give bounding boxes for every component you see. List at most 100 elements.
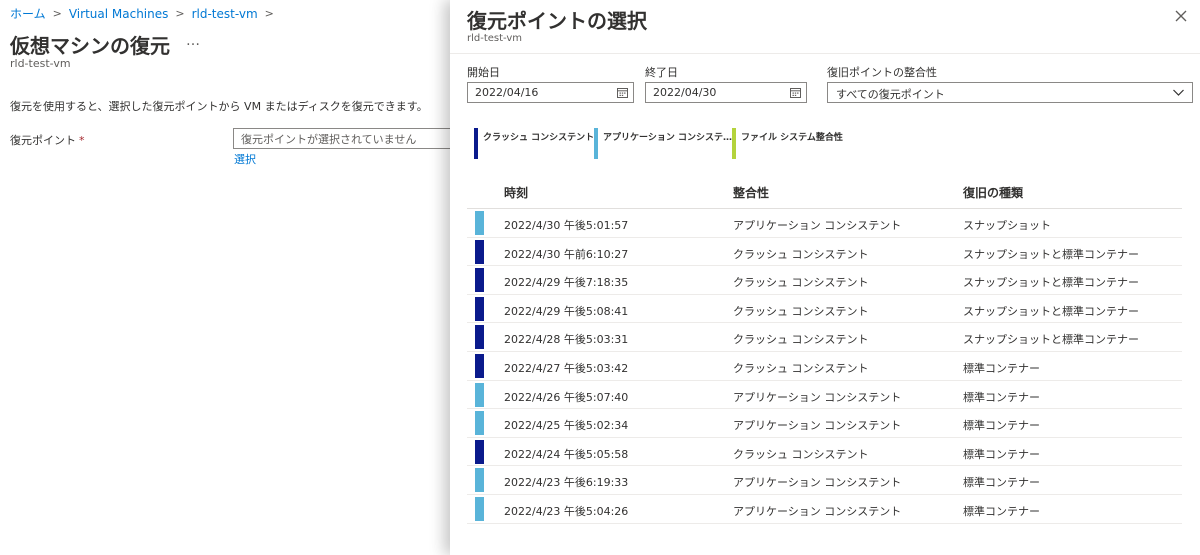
- blade-divider: [450, 53, 1200, 54]
- start-date-value: 2022/04/16: [475, 86, 539, 99]
- column-header-recovery-type[interactable]: 復旧の種類: [963, 184, 1023, 201]
- consistency-cell: アプリケーション コンシステント: [733, 419, 902, 433]
- page-title: 仮想マシンの復元: [10, 34, 170, 58]
- recovery-type-cell: 標準コンテナー: [963, 447, 1040, 461]
- consistency-cell: アプリケーション コンシステント: [733, 390, 902, 404]
- consistency-cell: クラッシュ コンシステント: [733, 276, 869, 290]
- consistency-color-marker: [475, 468, 484, 493]
- recovery-type-cell: スナップショットと標準コンテナー: [963, 276, 1139, 290]
- recovery-type-cell: スナップショットと標準コンテナー: [963, 304, 1139, 318]
- breadcrumb-virtual-machines[interactable]: Virtual Machines: [69, 7, 169, 21]
- consistency-cell: クラッシュ コンシステント: [733, 362, 869, 375]
- breadcrumb: ホーム > Virtual Machines > rld-test-vm >: [10, 5, 281, 22]
- chevron-right-icon: >: [52, 7, 62, 20]
- legend-crash-consistent: クラッシュ コンシステント: [474, 128, 594, 160]
- page-subtitle: rld-test-vm: [10, 57, 71, 70]
- calendar-icon: [790, 88, 801, 98]
- required-mark: *: [79, 134, 85, 147]
- time-cell: 2022/4/30 午後5:01:57: [504, 219, 629, 232]
- restore-point-input[interactable]: 復元ポイントが選択されていません: [233, 128, 463, 149]
- consistency-color-marker: [475, 268, 484, 293]
- end-date-value: 2022/04/30: [653, 86, 717, 99]
- time-cell: 2022/4/24 午後5:05:58: [504, 447, 629, 461]
- breadcrumb-vm[interactable]: rld-test-vm: [192, 7, 258, 21]
- consistency-dropdown[interactable]: すべての復元ポイント: [827, 82, 1193, 103]
- consistency-cell: クラッシュ コンシステント: [733, 247, 869, 261]
- consistency-color-marker: [475, 211, 484, 235]
- consistency-color-marker: [475, 497, 484, 521]
- restore-point-label-text: 復元ポイント: [10, 134, 76, 147]
- recovery-type-cell: 標準コンテナー: [963, 362, 1040, 375]
- table-row[interactable]: 2022/4/30 午後5:01:57 アプリケーション コンシステント スナップシ…: [467, 209, 1182, 238]
- select-restore-point-link[interactable]: 選択: [234, 151, 256, 167]
- blade-title: 復元ポイントの選択: [467, 9, 647, 33]
- time-cell: 2022/4/29 午後7:18:35: [504, 276, 629, 290]
- legend-color-swatch: [594, 128, 598, 159]
- consistency-cell: アプリケーション コンシステント: [733, 219, 902, 232]
- consistency-color-marker: [475, 354, 484, 378]
- time-cell: 2022/4/30 午前6:10:27: [504, 247, 629, 261]
- column-header-consistency[interactable]: 整合性: [733, 184, 769, 201]
- chevron-right-icon: >: [264, 7, 274, 20]
- legend-color-swatch: [732, 128, 736, 159]
- legend-label: クラッシュ コンシステント: [483, 133, 595, 143]
- time-cell: 2022/4/29 午後5:08:41: [504, 304, 629, 318]
- table-row[interactable]: 2022/4/29 午後7:18:35 クラッシュ コンシステント スナップショット…: [467, 266, 1182, 295]
- consistency-color-marker: [475, 382, 484, 407]
- end-date-label: 終了日: [645, 66, 678, 79]
- table-row[interactable]: 2022/4/30 午前6:10:27 クラッシュ コンシステント スナップショット…: [467, 238, 1182, 267]
- legend-color-swatch: [474, 128, 478, 159]
- recovery-type-cell: 標準コンテナー: [963, 505, 1040, 518]
- recovery-type-cell: 標準コンテナー: [963, 419, 1040, 433]
- recovery-type-cell: スナップショットと標準コンテナー: [963, 247, 1139, 261]
- restore-vm-page: ホーム > Virtual Machines > rld-test-vm > 仮…: [0, 0, 463, 555]
- table-row[interactable]: 2022/4/29 午後5:08:41 クラッシュ コンシステント スナップショット…: [467, 295, 1182, 324]
- recovery-type-cell: スナップショットと標準コンテナー: [963, 333, 1139, 347]
- consistency-cell: アプリケーション コンシステント: [733, 505, 902, 518]
- consistency-color-marker: [475, 296, 484, 321]
- time-cell: 2022/4/28 午後5:03:31: [504, 333, 629, 347]
- consistency-color-marker: [475, 411, 484, 436]
- legend-filesystem-consistent: ファイル システム整合性: [732, 128, 843, 160]
- consistency-dropdown-value: すべての復元ポイント: [836, 88, 945, 101]
- close-button[interactable]: [1172, 7, 1190, 25]
- more-options-icon[interactable]: …: [186, 33, 201, 49]
- consistency-cell: クラッシュ コンシステント: [733, 447, 869, 461]
- table-row[interactable]: 2022/4/27 午後5:03:42 クラッシュ コンシステント 標準コンテナー: [467, 352, 1182, 381]
- time-cell: 2022/4/26 午後5:07:40: [504, 390, 629, 404]
- time-cell: 2022/4/25 午後5:02:34: [504, 419, 629, 433]
- table-row[interactable]: 2022/4/26 午後5:07:40 アプリケーション コンシステント 標準コンテ…: [467, 381, 1182, 410]
- consistency-color-marker: [475, 439, 484, 464]
- calendar-icon: [617, 88, 628, 98]
- consistency-cell: アプリケーション コンシステント: [733, 476, 902, 490]
- consistency-cell: クラッシュ コンシステント: [733, 304, 869, 318]
- close-icon: [1175, 10, 1187, 22]
- time-cell: 2022/4/23 午後5:04:26: [504, 505, 629, 518]
- recovery-type-cell: スナップショット: [963, 219, 1051, 232]
- consistency-cell: クラッシュ コンシステント: [733, 333, 869, 347]
- column-header-time[interactable]: 時刻: [504, 184, 528, 201]
- select-restore-point-blade: 復元ポイントの選択 rld-test-vm 開始日 2022/04/16 終了日…: [450, 0, 1200, 555]
- consistency-color-marker: [475, 239, 484, 264]
- table-row[interactable]: 2022/4/24 午後5:05:58 クラッシュ コンシステント 標準コンテナー: [467, 438, 1182, 467]
- start-date-field[interactable]: 2022/04/16: [467, 82, 634, 103]
- breadcrumb-home[interactable]: ホーム: [10, 5, 46, 22]
- legend-application-consistent: アプリケーション コンシステ…: [594, 128, 732, 160]
- table-row[interactable]: 2022/4/28 午後5:03:31 クラッシュ コンシステント スナップショット…: [467, 323, 1182, 352]
- legend-label: ファイル システム整合性: [741, 133, 843, 143]
- recovery-type-cell: 標準コンテナー: [963, 390, 1040, 404]
- time-cell: 2022/4/23 午後6:19:33: [504, 476, 629, 490]
- page-description: 復元を使用すると、選択した復元ポイントから VM またはディスクを復元できます。: [10, 100, 428, 113]
- consistency-color-marker: [475, 325, 484, 350]
- start-date-label: 開始日: [467, 66, 500, 79]
- recovery-type-cell: 標準コンテナー: [963, 476, 1040, 490]
- table-row[interactable]: 2022/4/23 午後5:04:26 アプリケーション コンシステント 標準コンテ…: [467, 495, 1182, 524]
- consistency-filter-label: 復旧ポイントの整合性: [827, 66, 937, 79]
- end-date-field[interactable]: 2022/04/30: [645, 82, 807, 103]
- table-row[interactable]: 2022/4/25 午後5:02:34 アプリケーション コンシステント 標準コンテ…: [467, 409, 1182, 438]
- time-cell: 2022/4/27 午後5:03:42: [504, 362, 629, 375]
- table-row[interactable]: 2022/4/23 午後6:19:33 アプリケーション コンシステント 標準コンテ…: [467, 466, 1182, 495]
- blade-subtitle: rld-test-vm: [467, 33, 523, 44]
- restore-point-label: 復元ポイント *: [10, 132, 85, 148]
- chevron-down-icon: [1173, 89, 1184, 96]
